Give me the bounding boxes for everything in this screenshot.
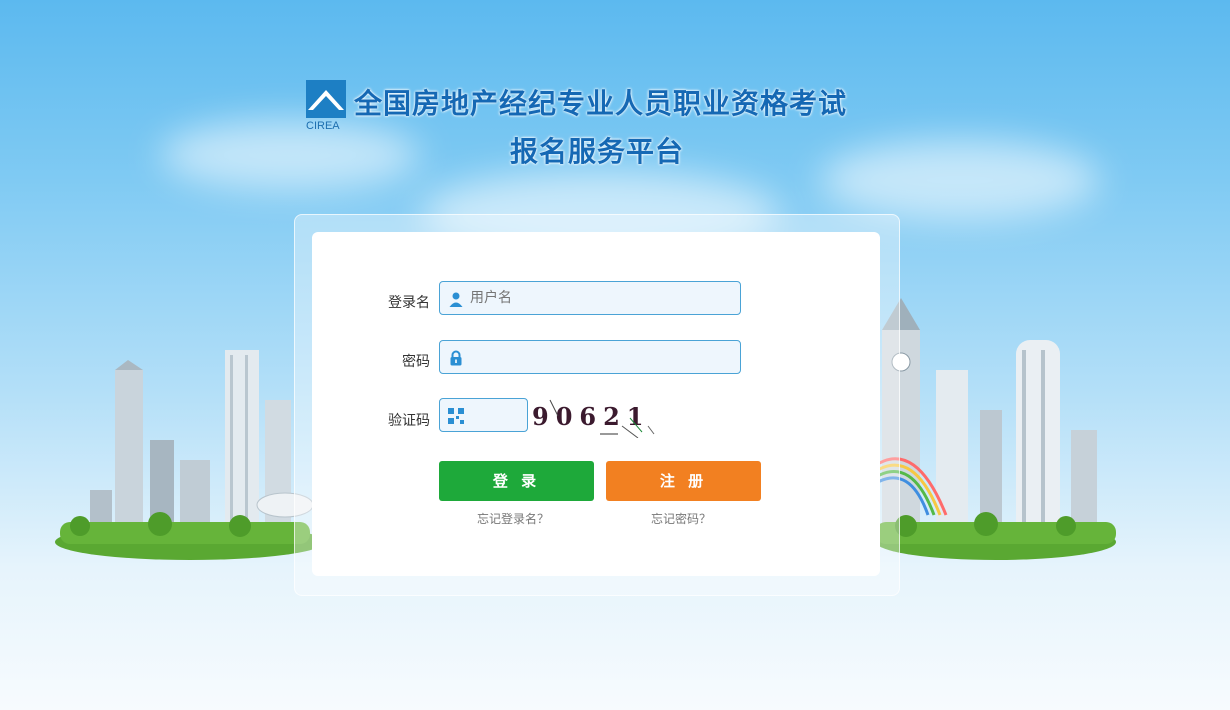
captcha-input[interactable] bbox=[470, 399, 520, 431]
user-icon bbox=[448, 291, 464, 307]
captcha-label: 验证码 bbox=[388, 413, 430, 429]
cirea-logo: CIREA bbox=[306, 80, 348, 134]
captcha-image[interactable]: 90621 bbox=[530, 398, 670, 439]
username-field[interactable] bbox=[439, 281, 741, 315]
password-field[interactable] bbox=[439, 340, 741, 374]
logo-text: CIREA bbox=[306, 120, 340, 132]
captcha-text: 90621 bbox=[532, 402, 651, 431]
cityscape-left-illustration bbox=[40, 290, 325, 570]
cityscape-right-illustration bbox=[875, 290, 1126, 570]
username-input[interactable] bbox=[470, 282, 730, 314]
password-input[interactable] bbox=[470, 341, 730, 373]
forgot-username-link[interactable]: 忘记登录名？ bbox=[477, 510, 549, 527]
page-subtitle: 报名服务平台 bbox=[510, 135, 685, 168]
username-label: 登录名 bbox=[388, 295, 430, 311]
page-title: 全国房地产经纪专业人员职业资格考试 bbox=[354, 87, 848, 120]
qr-icon bbox=[448, 408, 464, 424]
password-label: 密码 bbox=[402, 354, 430, 370]
lock-icon bbox=[448, 350, 464, 366]
forgot-password-link[interactable]: 忘记密码？ bbox=[651, 510, 711, 527]
logo-mark bbox=[306, 80, 346, 118]
site-header: CIREA 全国房地产经纪专业人员职业资格考试 报名服务平台 bbox=[306, 78, 926, 168]
captcha-field[interactable] bbox=[439, 398, 528, 432]
register-button[interactable]: 注 册 bbox=[606, 461, 761, 501]
login-button[interactable]: 登 录 bbox=[439, 461, 594, 501]
